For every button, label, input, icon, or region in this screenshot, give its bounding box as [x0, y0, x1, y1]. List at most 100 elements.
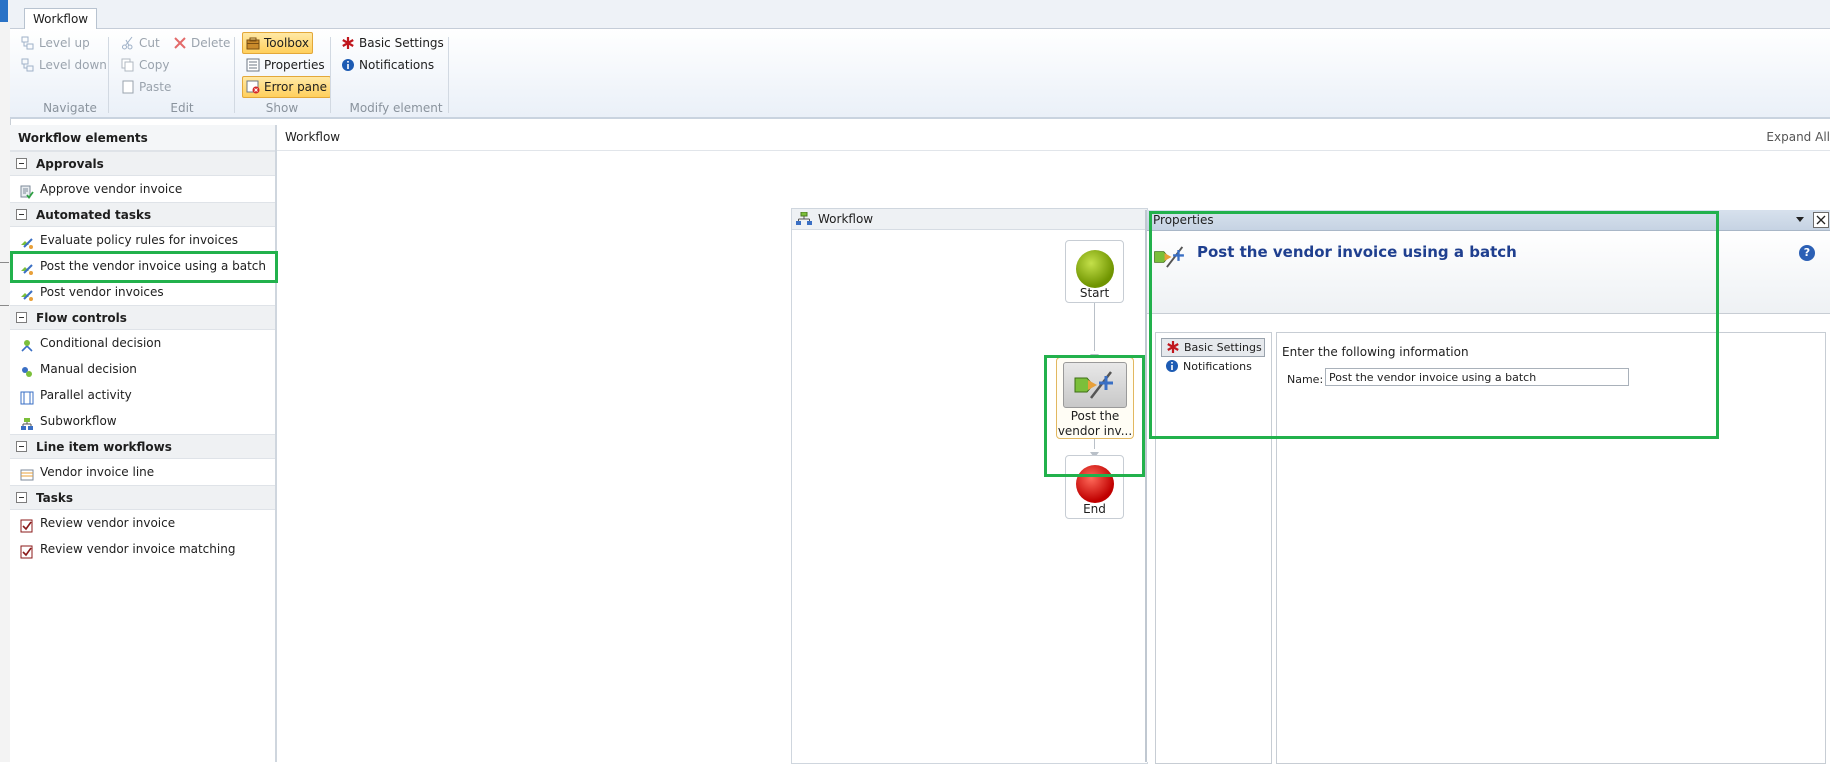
level-up-button[interactable]: Level up: [18, 33, 93, 53]
paste-button[interactable]: Paste: [118, 77, 174, 97]
expand-all-link[interactable]: Expand All: [1766, 130, 1830, 144]
toolbox-item-evaluate-policy-rules[interactable]: Evaluate policy rules for invoices: [10, 227, 275, 253]
automated-task-icon: [20, 285, 34, 301]
conditional-decision-icon: [20, 336, 34, 352]
ribbon-separator: [448, 37, 449, 113]
scissors-icon: [121, 36, 135, 50]
delete-button[interactable]: Delete: [170, 33, 233, 53]
collapse-icon[interactable]: [16, 209, 27, 220]
category-automated-tasks[interactable]: Automated tasks: [10, 202, 275, 227]
canvas-header: Workflow Expand All: [277, 125, 1830, 151]
category-flow-controls[interactable]: Flow controls: [10, 305, 275, 330]
toolbox-item-label: Evaluate policy rules for invoices: [40, 233, 238, 247]
automated-task-icon: [20, 233, 34, 249]
task-checkbox-icon: [20, 542, 34, 559]
toolbox-toggle-label: Toolbox: [264, 36, 309, 50]
group-label-edit: Edit: [170, 101, 194, 115]
edge-mark: [0, 262, 9, 263]
cut-button[interactable]: Cut: [118, 33, 163, 53]
toolbox-item-label: Vendor invoice line: [40, 465, 155, 479]
line-item-icon: [20, 465, 34, 481]
toolbox-item-review-vendor-invoice-matching[interactable]: Review vendor invoice matching: [10, 536, 275, 562]
category-approvals[interactable]: Approvals: [10, 151, 275, 176]
end-node-label: End: [1083, 502, 1106, 516]
subworkflow-icon: [20, 414, 34, 430]
toolbox-item-parallel-activity[interactable]: Parallel activity: [10, 382, 275, 408]
error-pane-icon: [246, 80, 260, 94]
dropdown-arrow-icon[interactable]: [1793, 212, 1807, 229]
properties-icon: [246, 58, 260, 72]
collapse-icon[interactable]: [16, 441, 27, 452]
highlight-box-properties: [1149, 211, 1719, 439]
info-icon: [341, 58, 355, 72]
category-tasks[interactable]: Tasks: [10, 485, 275, 510]
window-edge-accent: [0, 0, 8, 22]
toolbox-item-label: Review vendor invoice: [40, 516, 176, 530]
category-label: Automated tasks: [36, 208, 152, 222]
ribbon-tab-bar: Workflow: [10, 0, 1830, 30]
delete-icon: [173, 36, 187, 50]
notifications-button[interactable]: Notifications: [338, 55, 437, 75]
basic-settings-button[interactable]: Basic Settings: [338, 33, 447, 53]
toolbox-item-manual-decision[interactable]: Manual decision: [10, 356, 275, 382]
toolbox-item-label: Approve vendor invoice: [40, 182, 183, 196]
toolbox-title: Workflow elements: [10, 125, 275, 151]
group-label-modify-element: Modify element: [349, 101, 443, 115]
copy-label: Copy: [139, 58, 170, 72]
toolbox-item-vendor-invoice-line[interactable]: Vendor invoice line: [10, 459, 275, 485]
collapse-icon[interactable]: [16, 492, 27, 503]
toolbox-item-conditional-decision[interactable]: Conditional decision: [10, 330, 275, 356]
level-up-label: Level up: [39, 36, 90, 50]
approval-icon: [20, 182, 34, 199]
category-label: Approvals: [36, 157, 104, 171]
category-label: Flow controls: [36, 311, 127, 325]
toolbox-item-label: Conditional decision: [40, 336, 162, 350]
workflow-diagram-header: Workflow: [792, 209, 1147, 230]
close-icon[interactable]: [1813, 212, 1829, 228]
delete-label: Delete: [191, 36, 231, 50]
parallel-activity-icon: [20, 388, 34, 405]
copy-icon: [121, 58, 135, 72]
toolbox-item-subworkflow[interactable]: Subworkflow: [10, 408, 275, 434]
properties-toggle-label: Properties: [264, 58, 325, 72]
ribbon: Level up Level down Navigate Cut Delete …: [10, 29, 1830, 119]
workflow-diagram-icon: [796, 211, 812, 229]
collapse-icon[interactable]: [16, 312, 27, 323]
toolbox-item-label: Review vendor invoice matching: [40, 542, 236, 556]
cut-label: Cut: [139, 36, 160, 50]
toolbox-item-label: Manual decision: [40, 362, 137, 376]
workflow-diagram: Workflow Start Post the vendor inv... En…: [791, 208, 1148, 764]
start-node[interactable]: Start: [1065, 240, 1124, 303]
connector-line: [1094, 301, 1095, 351]
level-up-icon: [21, 36, 35, 50]
workflow-elements-toolbox: Workflow elements Approvals Approve vend…: [10, 125, 277, 762]
toolbox-item-label: Subworkflow: [40, 414, 117, 428]
paste-label: Paste: [139, 80, 172, 94]
group-label-show: Show: [265, 101, 299, 115]
asterisk-icon: [341, 36, 355, 50]
category-line-item-workflows[interactable]: Line item workflows: [10, 434, 275, 459]
help-icon[interactable]: ?: [1799, 245, 1815, 261]
collapse-icon[interactable]: [16, 158, 27, 169]
category-label: Line item workflows: [36, 440, 172, 454]
toolbox-icon: [246, 36, 260, 50]
toolbox-item-label: Parallel activity: [40, 388, 132, 402]
error-pane-toggle-button[interactable]: Error pane: [242, 76, 332, 98]
highlight-box-toolbox-item: [10, 251, 278, 283]
toolbox-item-approve-vendor-invoice[interactable]: Approve vendor invoice: [10, 176, 275, 202]
start-circle-icon: [1075, 250, 1114, 288]
group-label-navigate: Navigate: [43, 101, 97, 115]
ribbon-separator: [234, 37, 235, 113]
copy-button[interactable]: Copy: [118, 55, 172, 75]
ribbon-separator: [108, 37, 109, 113]
toolbox-toggle-button[interactable]: Toolbox: [242, 32, 313, 54]
level-down-label: Level down: [39, 58, 107, 72]
tab-workflow[interactable]: Workflow: [24, 8, 98, 30]
task-checkbox-icon: [20, 516, 34, 533]
level-down-button[interactable]: Level down: [18, 55, 110, 75]
toolbox-item-review-vendor-invoice[interactable]: Review vendor invoice: [10, 510, 275, 536]
properties-toggle-button[interactable]: Properties: [243, 55, 328, 75]
basic-settings-label: Basic Settings: [359, 36, 444, 50]
level-down-icon: [21, 58, 35, 72]
highlight-box-task-node: [1044, 355, 1145, 477]
